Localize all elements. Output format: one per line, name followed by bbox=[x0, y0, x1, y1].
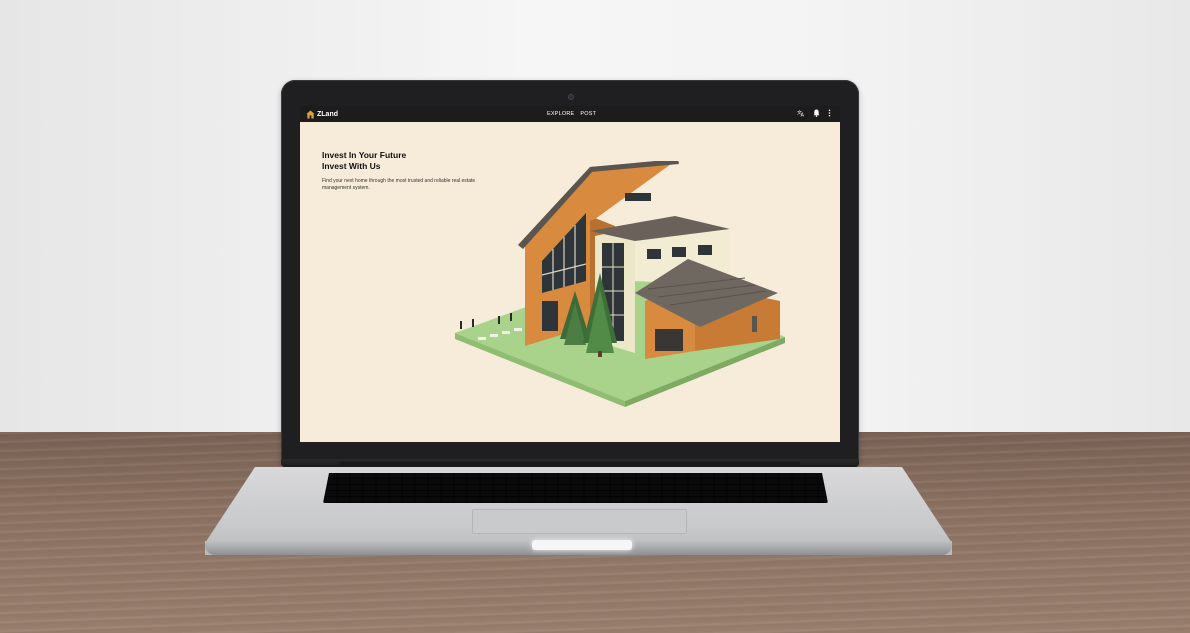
webcam-icon bbox=[568, 94, 574, 100]
laptop-front-notch bbox=[532, 540, 632, 550]
svg-text:A: A bbox=[801, 113, 805, 117]
house-illustration bbox=[455, 161, 785, 407]
laptop-screen: ZLand EXPLORE POST 文A Invest In Your Fut… bbox=[300, 106, 840, 442]
main-nav: EXPLORE POST bbox=[547, 106, 596, 122]
keyboard bbox=[323, 473, 828, 503]
hero-title-line2: Invest With Us bbox=[322, 161, 381, 171]
more-vertical-icon[interactable] bbox=[828, 109, 831, 119]
brand[interactable]: ZLand bbox=[306, 109, 338, 119]
translate-icon[interactable]: 文A bbox=[797, 109, 805, 119]
trackpad bbox=[472, 509, 687, 534]
hero-title-line1: Invest In Your Future bbox=[322, 150, 407, 160]
nav-post[interactable]: POST bbox=[580, 111, 596, 117]
header-actions: 文A bbox=[797, 109, 831, 119]
brand-name: ZLand bbox=[317, 110, 338, 118]
app-header: ZLand EXPLORE POST 文A bbox=[300, 106, 840, 122]
house-logo-icon bbox=[306, 109, 315, 119]
nav-explore[interactable]: EXPLORE bbox=[547, 111, 574, 117]
bell-icon[interactable] bbox=[813, 109, 820, 119]
